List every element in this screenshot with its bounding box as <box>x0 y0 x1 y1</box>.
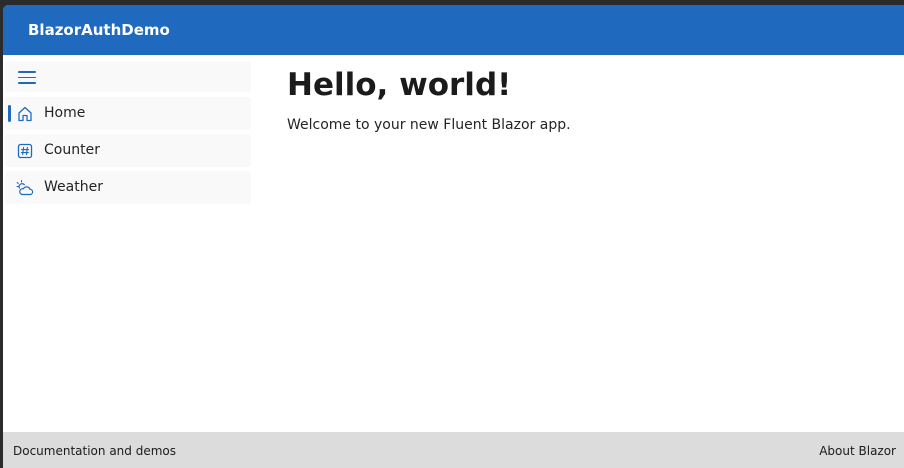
sidebar-item-label: Counter <box>44 142 100 158</box>
nav-menu-toggle[interactable] <box>5 61 251 92</box>
sidebar-item-counter[interactable]: Counter <box>5 134 251 167</box>
about-blazor-link[interactable]: About Blazor <box>819 444 896 458</box>
sidebar-item-weather[interactable]: Weather <box>5 171 251 204</box>
home-icon <box>18 106 32 122</box>
welcome-text: Welcome to your new Fluent Blazor app. <box>287 117 571 133</box>
app-window: BlazorAuthDemo Home Counter Weather Hell… <box>3 5 904 468</box>
main-content: Hello, world! Welcome to your new Fluent… <box>287 63 571 133</box>
weather-partly-cloudy-icon <box>16 179 34 196</box>
hamburger-menu-icon[interactable] <box>18 71 36 84</box>
page-title: Hello, world! <box>287 67 512 103</box>
sidebar-item-label: Weather <box>44 179 103 195</box>
active-indicator <box>8 105 11 122</box>
app-title[interactable]: BlazorAuthDemo <box>28 21 170 39</box>
sidebar-item-label: Home <box>44 105 86 121</box>
sidebar-item-home[interactable]: Home <box>5 97 251 130</box>
number-symbol-icon <box>17 143 33 159</box>
app-footer: Documentation and demos About Blazor <box>3 432 904 468</box>
app-header: BlazorAuthDemo <box>3 5 904 55</box>
documentation-link[interactable]: Documentation and demos <box>13 444 176 458</box>
